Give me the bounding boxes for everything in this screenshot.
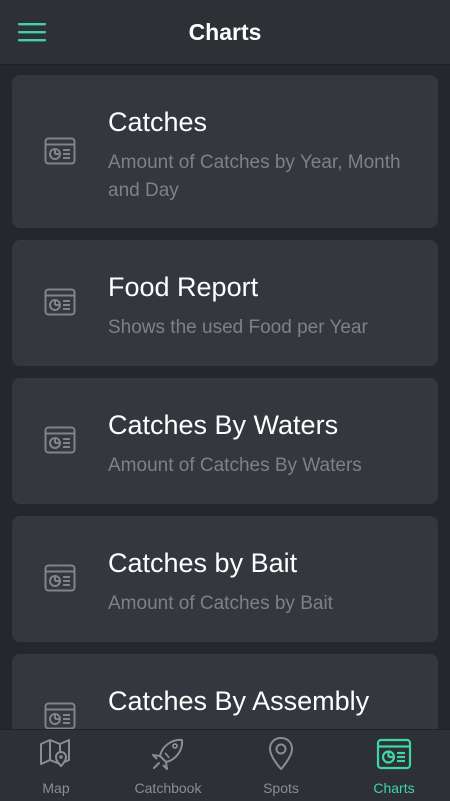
tab-spots[interactable]: Spots (225, 730, 337, 801)
tab-charts[interactable]: Charts (338, 730, 450, 801)
chart-card-title: Catches by Bait (108, 548, 298, 578)
chart-card-subtitle: Amount of Catches by Year, Month and Day (108, 152, 401, 201)
chart-list-icon (44, 288, 76, 316)
chart-list[interactable]: Catches Amount of Catches by Year, Month… (0, 65, 450, 729)
chart-card-food-report[interactable]: Food Report Shows the used Food per Year (12, 240, 438, 366)
chart-card-subtitle: Amount of Catches by Bait (108, 593, 333, 614)
chart-card-catches-by-waters[interactable]: Catches By Waters Amount of Catches By W… (12, 378, 438, 504)
tab-label: Charts (373, 780, 415, 796)
tab-label: Spots (263, 780, 299, 796)
chart-card-catches[interactable]: Catches Amount of Catches by Year, Month… (12, 75, 438, 228)
tab-label: Catchbook (134, 780, 202, 796)
chart-card-subtitle: Shows the used Food per Year (108, 317, 368, 338)
chart-card-subtitle: Amount of Catches By Waters (108, 455, 362, 476)
chart-card-catches-by-bait[interactable]: Catches by Bait Amount of Catches by Bai… (12, 516, 438, 642)
chart-list-icon (44, 137, 76, 165)
chart-card-title: Catches By Waters (108, 410, 339, 440)
chart-card-title: Catches By Assembly (108, 686, 370, 716)
page-title: Charts (188, 19, 262, 45)
tab-catchbook[interactable]: Catchbook (112, 730, 224, 801)
tab-label: Map (42, 780, 70, 796)
map-icon (40, 739, 70, 768)
chart-list-icon (44, 564, 76, 592)
bottom-tab-bar: Map Catchbook Spots Charts (0, 729, 450, 801)
chart-list-icon (44, 702, 76, 729)
location-pin-icon (269, 737, 293, 770)
chart-card-catches-by-assembly[interactable]: Catches By Assembly (12, 654, 438, 729)
chart-card-title: Catches (108, 107, 208, 137)
chart-card-title: Food Report (108, 272, 259, 302)
fish-icon (152, 738, 184, 770)
top-app-bar: Charts (0, 0, 450, 65)
tab-map[interactable]: Map (0, 730, 112, 801)
chart-list-icon (44, 426, 76, 454)
chart-list-icon (376, 738, 412, 770)
